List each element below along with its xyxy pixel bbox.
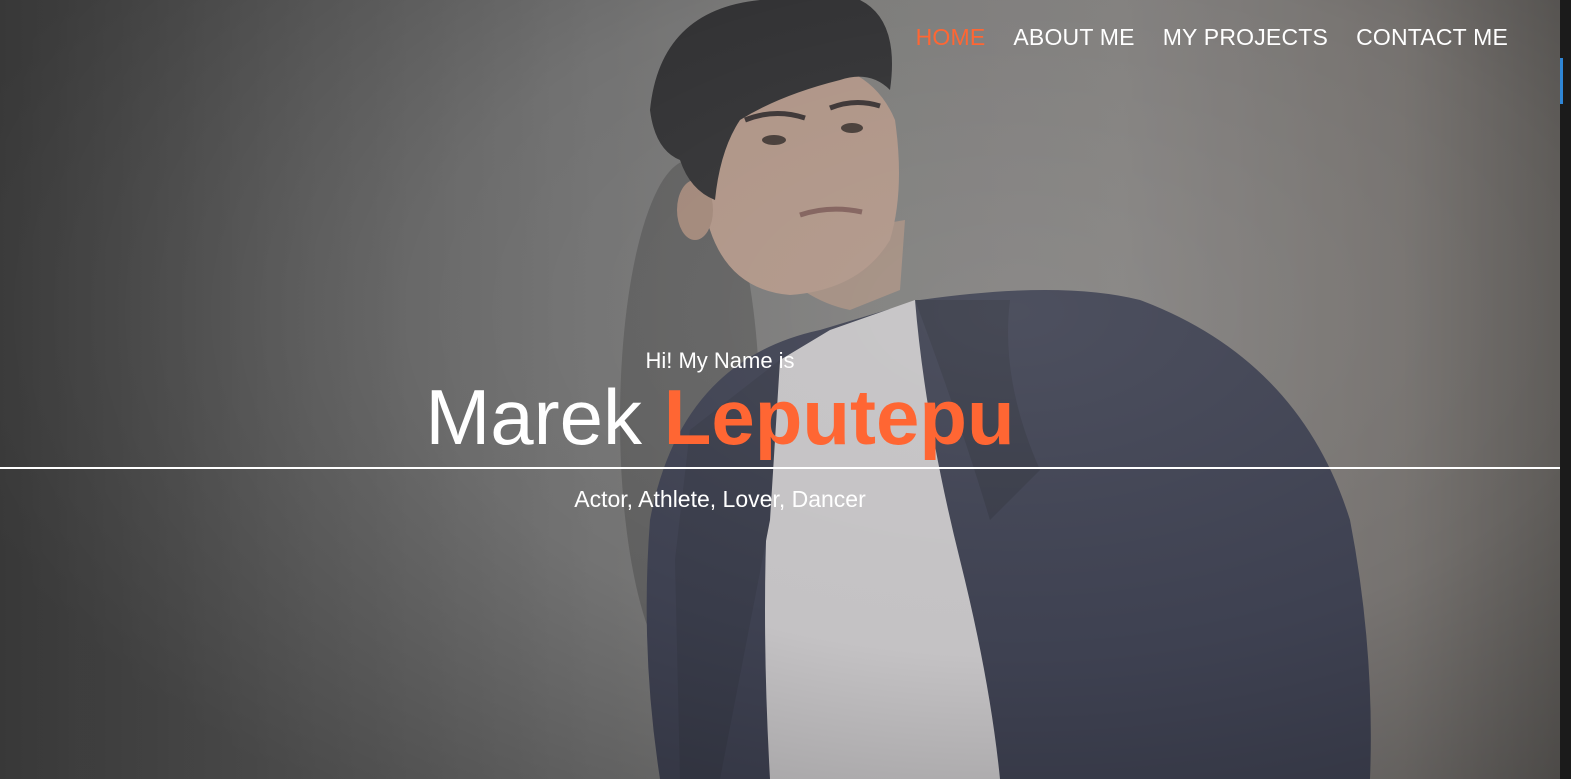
scrollbar-thumb[interactable] (1560, 58, 1563, 104)
nav-projects-link[interactable]: MY PROJECTS (1163, 24, 1328, 51)
hero-intro: Hi! My Name is (645, 348, 795, 373)
hero-last-name: Leputepu (663, 373, 1015, 461)
hero-name: Marek Leputepu (0, 372, 1440, 462)
hero-section: HOME ABOUT ME MY PROJECTS CONTACT ME Hi!… (0, 0, 1560, 779)
hero-divider (0, 467, 1560, 469)
hero-first-name: Marek (425, 373, 643, 461)
nav-contact-link[interactable]: CONTACT ME (1356, 24, 1508, 51)
main-nav: HOME ABOUT ME MY PROJECTS CONTACT ME (916, 24, 1508, 51)
scrollbar[interactable] (1560, 0, 1571, 779)
nav-about-link[interactable]: ABOUT ME (1013, 24, 1134, 51)
hero-tagline: Actor, Athlete, Lover, Dancer (574, 486, 866, 512)
nav-home-link[interactable]: HOME (916, 24, 986, 51)
